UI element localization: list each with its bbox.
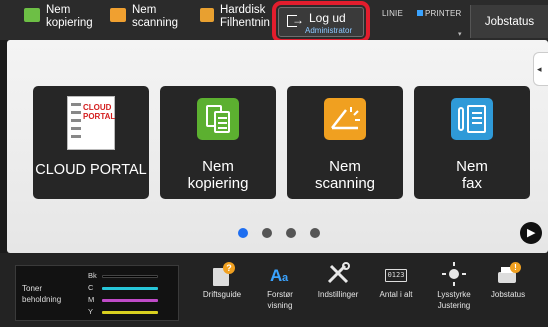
brightness-button[interactable]: Lysstyrke Justering bbox=[426, 262, 482, 311]
job-status-button[interactable]: ! Jobstatus bbox=[480, 262, 536, 300]
toner-label: Bk bbox=[88, 271, 97, 280]
page-indicator bbox=[238, 228, 320, 238]
shortcut-harddisk[interactable]: Harddisk Filhentnin bbox=[200, 4, 270, 38]
shortcut-label: Nem bbox=[132, 4, 157, 16]
brightness-label: Lysstyrke bbox=[437, 290, 471, 299]
printer-status-icon bbox=[417, 10, 423, 16]
play-right-icon: ▶ bbox=[527, 227, 536, 239]
copy-icon bbox=[197, 98, 239, 140]
settings-tools-icon bbox=[325, 262, 351, 286]
printer-status-label: PRINTER bbox=[425, 9, 462, 18]
magnify-display-icon: A a bbox=[270, 266, 289, 285]
total-count-button[interactable]: 0123 Antal i alt bbox=[368, 262, 424, 300]
harddisk-folder-icon bbox=[200, 8, 214, 22]
total-count-icon: 0123 bbox=[383, 262, 409, 286]
toner-bar-m bbox=[102, 299, 158, 302]
toner-title: beholdning bbox=[22, 295, 62, 304]
settings-button[interactable]: Indstillinger bbox=[310, 262, 366, 300]
cloud-portal-icon: CLOUD PORTAL bbox=[67, 96, 115, 150]
total-count-label: Antal i alt bbox=[379, 290, 413, 299]
next-page-button[interactable]: ▶ bbox=[520, 222, 542, 244]
shortcut-label: Filhentnin bbox=[220, 17, 270, 29]
toner-bar-c bbox=[102, 287, 158, 290]
toner-label: M bbox=[88, 295, 95, 304]
page-dot[interactable] bbox=[310, 228, 320, 238]
tile-easy-scan[interactable]: Nem scanning bbox=[287, 86, 403, 199]
operation-guide-button[interactable]: ? Driftsguide bbox=[194, 262, 250, 300]
shortcut-label: kopiering bbox=[46, 17, 93, 29]
tile-cloud-portal[interactable]: CLOUD PORTAL CLOUD PORTAL bbox=[33, 86, 149, 199]
tile-easy-copy[interactable]: Nem kopiering bbox=[160, 86, 276, 199]
jobstatus-button[interactable]: Jobstatus bbox=[470, 5, 548, 38]
cloud-portal-badge: CLOUD bbox=[83, 103, 112, 112]
magnify-display-label: visning bbox=[267, 301, 293, 310]
toner-bar-bk bbox=[102, 275, 158, 278]
job-status-label: Jobstatus bbox=[490, 290, 526, 299]
tile-label: Nem bbox=[202, 158, 234, 175]
tile-easy-fax[interactable]: Nem fax bbox=[414, 86, 530, 199]
scan-icon bbox=[324, 98, 366, 140]
brightness-label: Justering bbox=[437, 301, 471, 310]
brightness-icon bbox=[441, 262, 467, 286]
toner-label: C bbox=[88, 283, 94, 292]
operation-guide-label: Driftsguide bbox=[202, 290, 242, 299]
shortcut-label: Nem bbox=[46, 4, 71, 16]
magnify-display-label: Forstør bbox=[267, 290, 293, 299]
top-bar: Nem kopiering Nem scanning Harddisk Filhent… bbox=[0, 0, 548, 43]
highlight-box bbox=[272, 1, 370, 43]
tile-label: kopiering bbox=[187, 175, 249, 192]
job-status-icon: ! bbox=[495, 262, 521, 286]
shortcut-label: scanning bbox=[132, 17, 179, 29]
page-dot[interactable] bbox=[238, 228, 248, 238]
cloud-portal-badge: PORTAL bbox=[83, 112, 116, 121]
shortcut-label: Harddisk bbox=[220, 4, 266, 16]
tile-label: Nem bbox=[456, 158, 488, 175]
tile-label: scanning bbox=[314, 175, 376, 192]
scan-icon bbox=[110, 8, 126, 22]
toner-level-panel: Toner beholdning Bk C M Y bbox=[15, 265, 179, 321]
magnify-display-button[interactable]: A a Forstør visning bbox=[252, 262, 308, 311]
chevron-left-icon: ◂ bbox=[537, 64, 542, 74]
tile-label: Nem bbox=[329, 158, 361, 175]
toner-label: Y bbox=[88, 307, 94, 316]
settings-label: Indstillinger bbox=[317, 290, 359, 299]
operation-guide-icon: ? bbox=[209, 262, 235, 286]
shortcut-easy-copy[interactable]: Nem kopiering bbox=[24, 4, 93, 38]
chevron-down-icon: ▾ bbox=[458, 31, 462, 38]
page-dot[interactable] bbox=[286, 228, 296, 238]
page-dot[interactable] bbox=[262, 228, 272, 238]
tile-label: CLOUD PORTAL bbox=[35, 162, 147, 178]
fax-icon bbox=[451, 98, 493, 140]
line-status: LINIE bbox=[382, 9, 404, 18]
copy-icon bbox=[24, 8, 40, 22]
toner-title: Toner bbox=[22, 284, 43, 293]
shortcut-easy-scan[interactable]: Nem scanning bbox=[110, 4, 178, 38]
toner-bar-y bbox=[102, 311, 158, 314]
printer-status: PRINTER bbox=[417, 9, 462, 18]
side-panel-toggle[interactable]: ◂ bbox=[533, 52, 548, 86]
tile-label: fax bbox=[461, 175, 482, 192]
